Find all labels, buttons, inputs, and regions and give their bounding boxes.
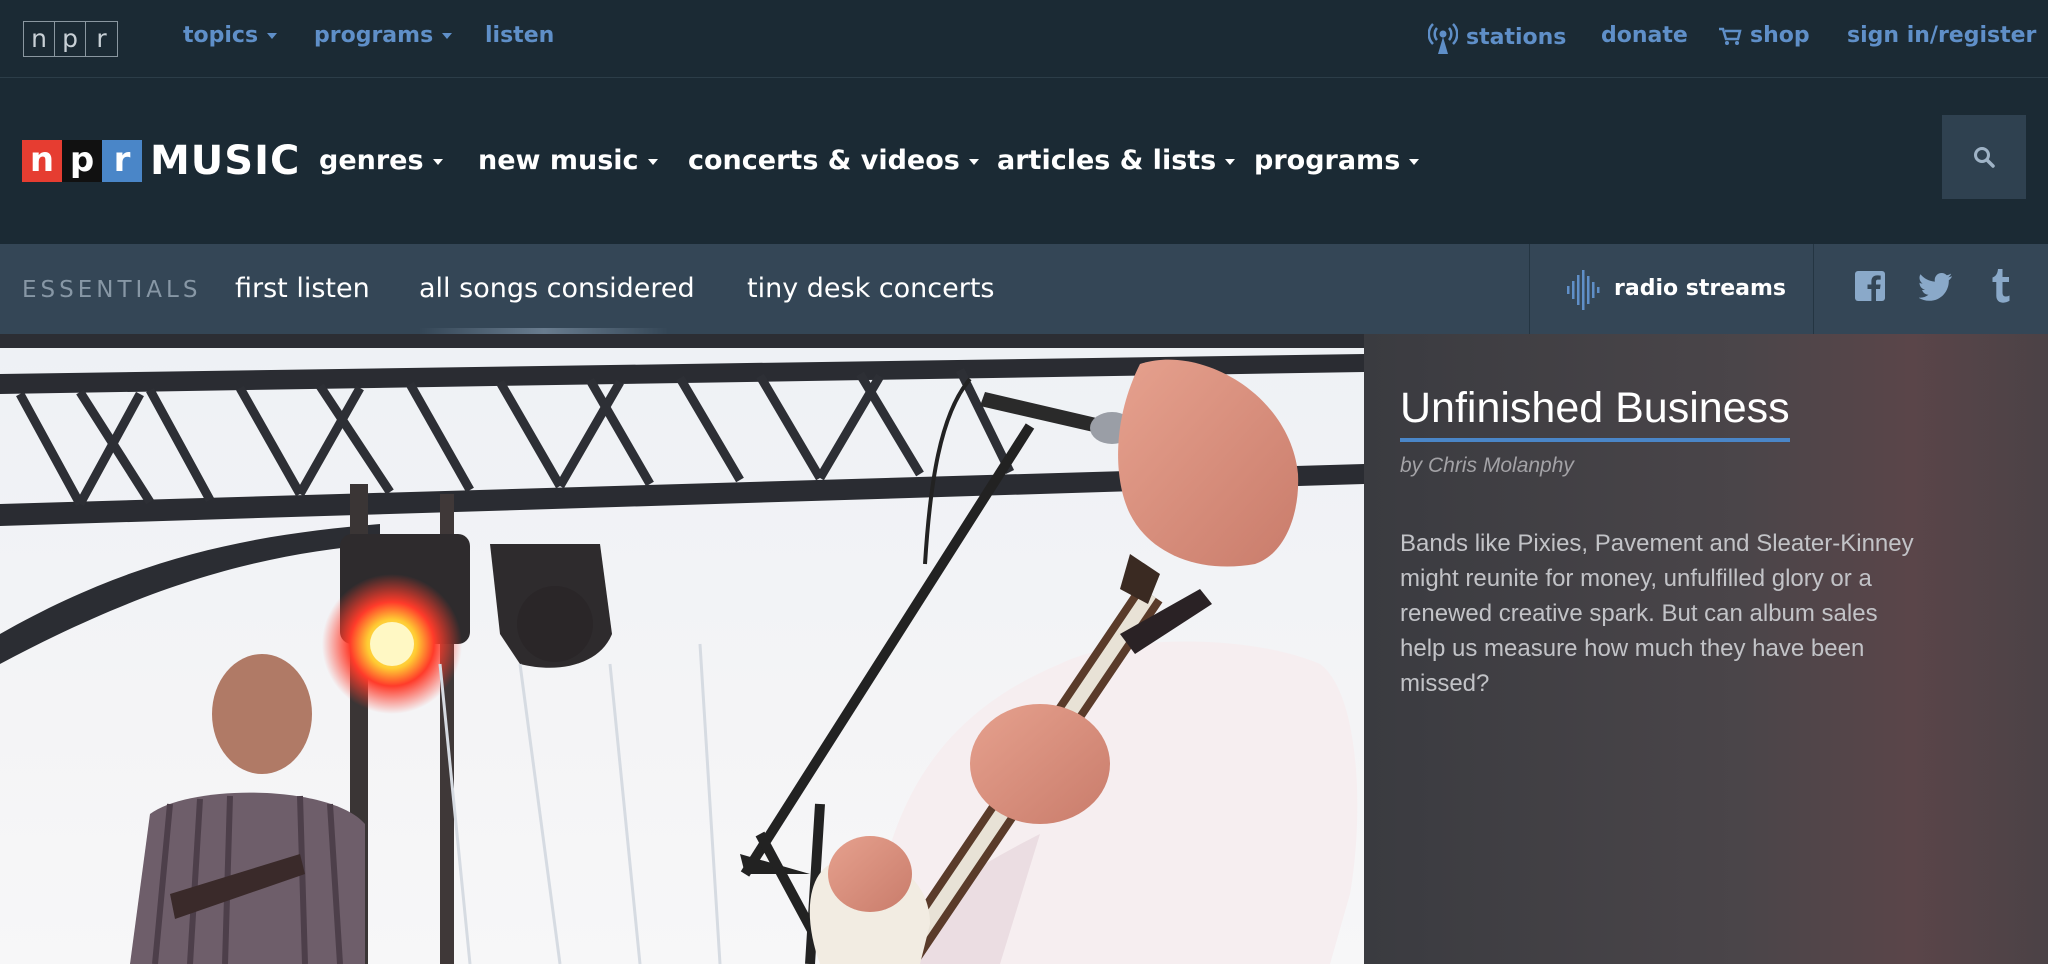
story-description: Bands like Pixies, Pavement and Sleater-… — [1400, 530, 1914, 697]
nav-concerts-videos-label: concerts & videos — [688, 145, 960, 176]
logo-word-music: MUSIC — [150, 138, 301, 184]
sign-in-link[interactable]: sign in/register — [1847, 22, 2036, 50]
story-title[interactable]: Unfinished Business — [1400, 382, 1790, 442]
npr-music-logo[interactable]: n p r MUSIC — [22, 140, 300, 182]
logo-block-n: n — [22, 140, 62, 182]
featured-story[interactable]: Unfinished Business by Chris Molanphy Ba… — [0, 334, 2048, 964]
chevron-down-icon — [968, 158, 979, 165]
chevron-down-icon — [442, 33, 453, 39]
nav-genres-label: genres — [319, 145, 424, 176]
hero-image — [0, 334, 1364, 964]
radio-tower-icon — [1428, 23, 1458, 54]
logo-block-p: p — [62, 140, 102, 182]
sound-wave-icon — [1567, 270, 1600, 310]
stations-link[interactable]: stations — [1428, 22, 1566, 54]
all-songs-considered-link[interactable]: all songs considered — [419, 272, 695, 306]
logo-letter-n: n — [24, 22, 55, 56]
programs-label: programs — [314, 23, 434, 48]
page-bottom-strip — [0, 964, 2048, 980]
chevron-down-icon — [1409, 158, 1420, 165]
facebook-icon — [1855, 271, 1885, 301]
nav-articles-lists[interactable]: articles & lists — [997, 144, 1236, 178]
logo-letter-r: r — [96, 24, 107, 53]
chevron-down-icon — [432, 158, 443, 165]
chevron-down-icon — [267, 33, 278, 39]
nav-new-music-label: new music — [478, 145, 639, 176]
tiny-desk-concerts-link[interactable]: tiny desk concerts — [747, 272, 994, 306]
essentials-label: ESSENTIALS — [22, 277, 202, 303]
donate-link[interactable]: donate — [1601, 22, 1688, 50]
topics-menu[interactable]: topics — [183, 22, 278, 50]
logo-block-r: r — [102, 140, 142, 182]
tumblr-link[interactable] — [1992, 269, 2012, 307]
story-panel: Unfinished Business by Chris Molanphy Ba… — [1364, 334, 2048, 964]
first-listen-link[interactable]: first listen — [235, 272, 370, 306]
logo-letter-p: p — [55, 22, 86, 56]
nav-new-music[interactable]: new music — [478, 144, 658, 178]
cart-icon — [1719, 27, 1742, 45]
twitter-icon — [1918, 273, 1952, 301]
sign-in-label: sign in/register — [1847, 23, 2037, 48]
chevron-down-icon — [1225, 158, 1236, 165]
main-navigation: n p r MUSIC genres new music concerts & … — [0, 78, 2048, 244]
nav-programs[interactable]: programs — [1254, 144, 1420, 178]
donate-label: donate — [1601, 23, 1688, 48]
shop-label: shop — [1750, 23, 1810, 48]
nav-concerts-videos[interactable]: concerts & videos — [688, 144, 979, 178]
programs-menu-top[interactable]: programs — [314, 22, 453, 50]
shop-link[interactable]: shop — [1718, 22, 1810, 50]
tumblr-icon — [1992, 269, 2010, 303]
listen-label: listen — [485, 23, 555, 48]
radio-streams-button[interactable]: radio streams — [1529, 244, 1814, 334]
search-icon — [1974, 147, 1995, 168]
essentials-bar: ESSENTIALS first listen all songs consid… — [0, 244, 2048, 334]
stations-label: stations — [1466, 25, 1567, 50]
chevron-down-icon — [647, 158, 658, 165]
nav-genres[interactable]: genres — [319, 144, 443, 178]
story-byline: by Chris Molanphy — [1400, 454, 1574, 477]
radio-streams-label: radio streams — [1614, 276, 1787, 301]
nav-articles-lists-label: articles & lists — [997, 145, 1217, 176]
top-utility-bar: n p r topics programs listen stations do… — [0, 0, 2048, 78]
facebook-link[interactable] — [1855, 271, 1885, 305]
listen-link[interactable]: listen — [485, 22, 554, 50]
npr-home-logo[interactable]: n p r — [23, 21, 118, 57]
concert-photo[interactable] — [0, 334, 1364, 964]
topics-label: topics — [183, 23, 259, 48]
search-button[interactable] — [1942, 115, 2026, 199]
twitter-link[interactable] — [1918, 273, 1953, 305]
nav-programs-label: programs — [1254, 145, 1401, 176]
